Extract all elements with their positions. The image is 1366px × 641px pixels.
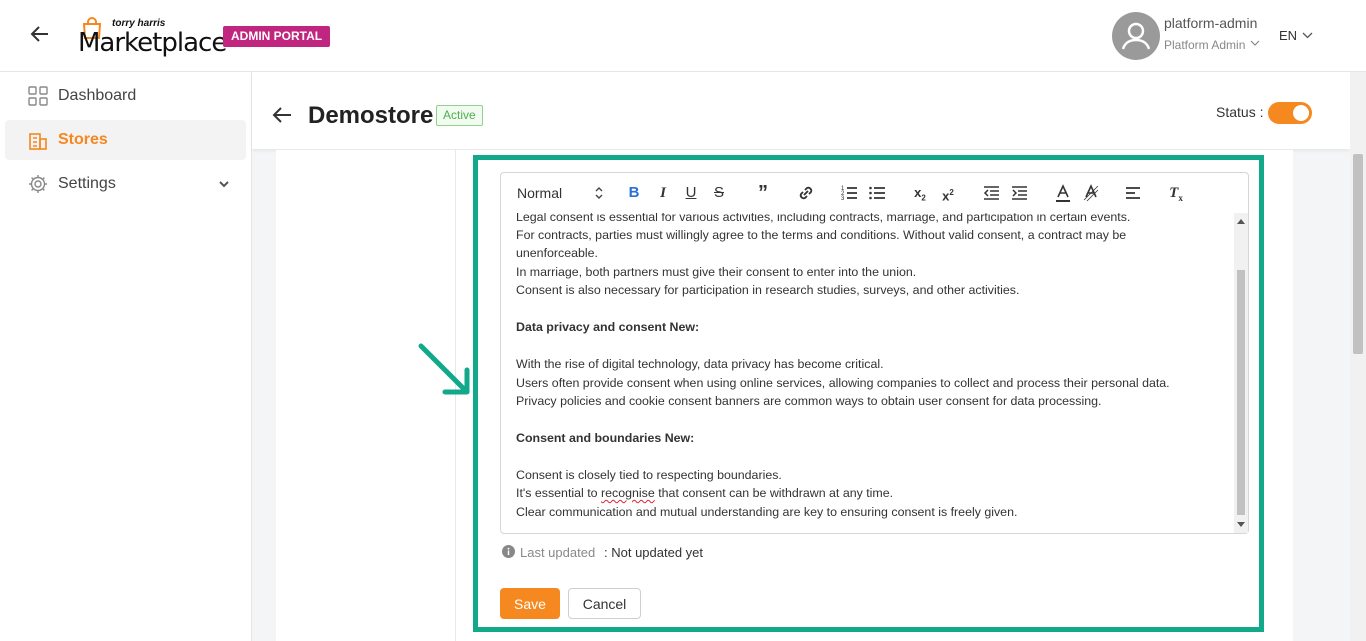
- clear-format-icon[interactable]: Tx: [1167, 183, 1185, 203]
- store-building-icon: [29, 133, 47, 150]
- editor-line: Consent is also necessary for participat…: [516, 283, 1020, 297]
- underline-icon[interactable]: U: [684, 183, 698, 203]
- cancel-button[interactable]: Cancel: [568, 588, 641, 619]
- bold-icon[interactable]: B: [627, 183, 641, 203]
- scroll-up-icon[interactable]: [1237, 218, 1245, 224]
- top-header: torry harris Marketplace ADMIN PORTAL pl…: [0, 0, 1366, 72]
- dashboard-grid-icon: [28, 86, 48, 106]
- format-select-value: Normal: [517, 185, 563, 201]
- format-select[interactable]: Normal: [517, 183, 603, 203]
- indent-icon[interactable]: [1011, 183, 1027, 203]
- superscript-icon[interactable]: x2: [939, 183, 957, 203]
- bullet-list-icon[interactable]: [869, 183, 885, 203]
- status-toggle[interactable]: [1268, 102, 1312, 124]
- back-arrow-icon[interactable]: [272, 106, 292, 124]
- editor-line: Legal consent is essential for various a…: [516, 213, 1131, 224]
- select-arrows-icon: [595, 187, 603, 199]
- last-updated-value: : Not updated yet: [604, 545, 704, 560]
- user-icon: [1121, 22, 1151, 50]
- editor-text: It's essential to: [516, 486, 598, 500]
- editor-line: Privacy policies and cookie consent bann…: [516, 394, 1102, 408]
- annotation-arrow-icon: [418, 343, 470, 395]
- editor-heading: Consent and boundaries New:: [516, 431, 695, 445]
- editor-line: Users often provide consent when using o…: [516, 376, 1170, 390]
- chevron-down-icon[interactable]: [1250, 38, 1260, 48]
- chevron-down-icon[interactable]: [1302, 30, 1313, 40]
- ordered-list-icon[interactable]: 123: [841, 183, 857, 203]
- status-badge: Active: [436, 105, 483, 126]
- user-role[interactable]: Platform Admin: [1164, 38, 1245, 52]
- scrollbar-thumb[interactable]: [1237, 270, 1245, 515]
- editor-content[interactable]: Legal consent is essential for various a…: [501, 213, 1236, 533]
- editor-line: unenforceable.: [516, 246, 598, 260]
- scrollbar-thumb[interactable]: [1353, 154, 1363, 354]
- sidebar-item-stores[interactable]: Stores: [5, 120, 246, 160]
- editor-line: Clear communication and mutual understan…: [516, 505, 1018, 519]
- background-color-icon[interactable]: [1083, 183, 1099, 203]
- user-name[interactable]: platform-admin: [1164, 15, 1257, 31]
- status-label: Status :: [1216, 104, 1264, 120]
- sidebar-item-label: Settings: [58, 175, 116, 192]
- italic-icon[interactable]: I: [656, 183, 670, 203]
- editor-line: It's essential to recognise that consent…: [516, 486, 893, 500]
- info-icon: [502, 545, 515, 558]
- page-title: Demostore: [308, 102, 434, 129]
- avatar[interactable]: [1112, 12, 1160, 60]
- save-button[interactable]: Save: [500, 588, 560, 619]
- blockquote-icon[interactable]: ”: [754, 183, 772, 203]
- gear-icon: [29, 175, 47, 193]
- editor-line: In marriage, both partners must give the…: [516, 265, 917, 279]
- strikethrough-icon[interactable]: S: [712, 183, 726, 203]
- language-selector[interactable]: EN: [1279, 28, 1297, 43]
- editor-line: For contracts, parties must willingly ag…: [516, 228, 1127, 242]
- editor-toolbar: Normal B I U S ” 123 x2 x2 Tx: [501, 173, 1248, 213]
- subscript-icon[interactable]: x2: [911, 183, 929, 203]
- editor-line: With the rise of digital technology, dat…: [516, 357, 884, 371]
- sidebar-item-label: Dashboard: [58, 87, 137, 104]
- align-left-icon[interactable]: [1125, 183, 1141, 203]
- scroll-down-icon[interactable]: [1237, 522, 1245, 528]
- chevron-down-icon[interactable]: [218, 178, 230, 190]
- link-icon[interactable]: [797, 183, 815, 203]
- misspelled-word: recognise: [601, 486, 655, 500]
- editor-text: that consent can be withdrawn at any tim…: [658, 486, 894, 500]
- editor-line: Consent is closely tied to respecting bo…: [516, 468, 782, 482]
- editor-heading: Data privacy and consent New:: [516, 320, 700, 334]
- editor-scrollbar[interactable]: [1234, 213, 1248, 533]
- back-arrow-icon[interactable]: [28, 22, 52, 46]
- page-scrollbar[interactable]: [1350, 72, 1366, 641]
- sidebar: Dashboard Stores Settings: [0, 72, 252, 641]
- logo-main-text: Marketplace: [78, 28, 227, 58]
- outdent-icon[interactable]: [983, 183, 999, 203]
- admin-portal-badge: ADMIN PORTAL: [223, 26, 331, 47]
- sidebar-item-settings[interactable]: Settings: [5, 164, 246, 204]
- svg-text:3: 3: [841, 196, 845, 202]
- sidebar-item-dashboard[interactable]: Dashboard: [5, 76, 246, 116]
- marketplace-logo[interactable]: torry harris Marketplace: [78, 14, 227, 58]
- rich-text-editor[interactable]: Normal B I U S ” 123 x2 x2 Tx Legal cons…: [500, 172, 1249, 534]
- page-header: Demostore Active Status :: [252, 72, 1350, 149]
- sidebar-item-label: Stores: [58, 131, 108, 148]
- last-updated-label: Last updated: [520, 545, 596, 560]
- text-color-icon[interactable]: [1055, 183, 1071, 203]
- toggle-knob: [1293, 105, 1309, 121]
